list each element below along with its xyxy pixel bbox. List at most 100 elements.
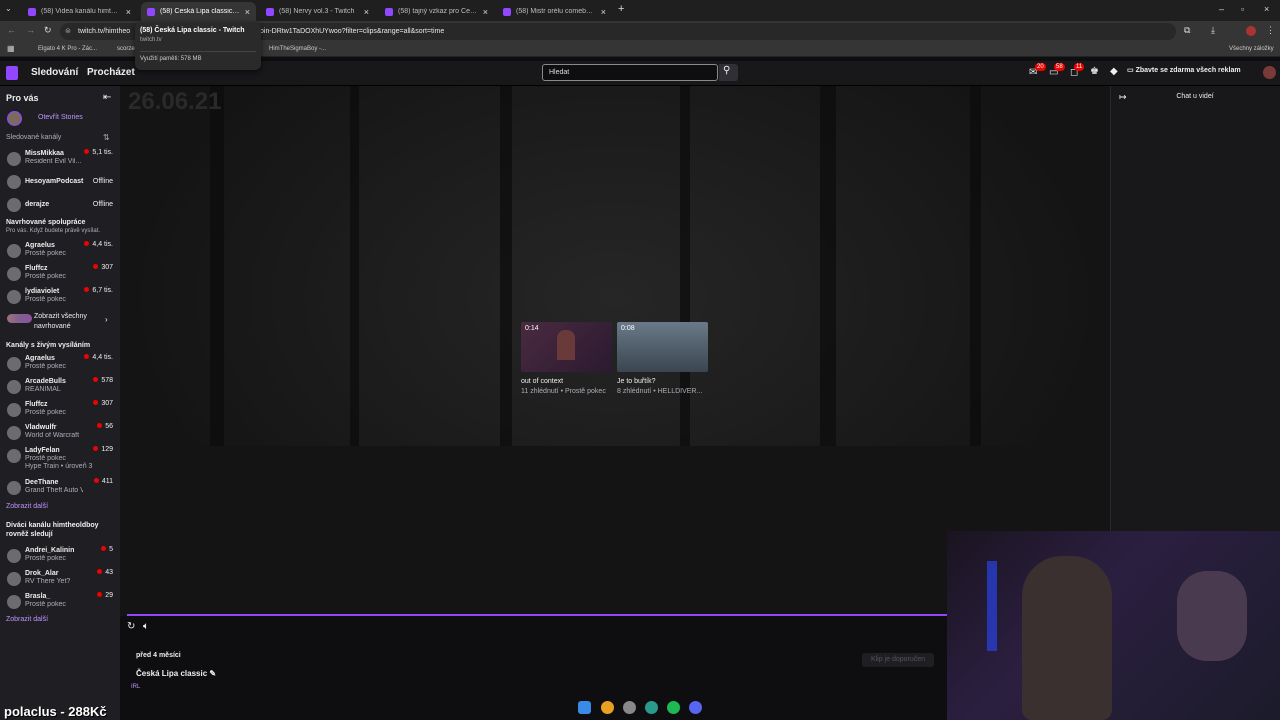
clip-title[interactable]: out of context (521, 378, 612, 385)
maximize-icon[interactable]: ▫ (1241, 4, 1244, 14)
tab-title: (58) Videa kanálu himtheoldbo (41, 8, 121, 15)
clip-title[interactable]: Je to buřtík? (617, 378, 708, 385)
bookmark-himthesigmaboy[interactable]: HimTheSigmaBoy -... (269, 46, 326, 52)
all-bookmarks[interactable]: Všechny záložky (1229, 46, 1274, 52)
hover-domain: twitch.tv (140, 37, 162, 43)
user-avatar[interactable] (1263, 66, 1276, 79)
sidebar-channel-item[interactable]: Drok_Alar RV There Yet? 43 (0, 569, 120, 591)
clip-card[interactable]: 0:14 out of context 11 zhlédnutí • Prost… (521, 322, 612, 395)
tab-search-icon[interactable]: ⌄ (5, 4, 12, 13)
prime-icon[interactable]: ♚ (1090, 66, 1099, 77)
forward-icon[interactable]: → (26, 25, 35, 35)
sidebar-channel-item[interactable]: Agraelus Prostě pokec 4,4 tis. (0, 354, 120, 376)
channel-game: REANIMAL (25, 386, 61, 393)
back-icon[interactable]: ← (7, 25, 16, 35)
sort-icon[interactable]: ⇅ (103, 133, 110, 142)
show-all-recommended[interactable]: Zobrazit všechny navrhované › (6, 313, 116, 333)
sidebar-channel-item[interactable]: Brasla_ Prostě pokec 29 (0, 592, 120, 614)
browser-tab-3[interactable]: (58) Nervy vol.3 - Twitch × (260, 2, 375, 21)
ads-free-button[interactable]: ▭ Zbavte se zdarma všech reklam (1127, 66, 1241, 74)
clip-title-heading: Česká Lipa classic ✎ (136, 669, 216, 678)
whispers-badge: 11 (1074, 63, 1085, 71)
edit-pencil-icon[interactable]: ✎ (209, 669, 216, 678)
minimize-icon[interactable]: – (1219, 4, 1224, 14)
bits-icon[interactable]: ◆ (1110, 66, 1118, 77)
clip-card[interactable]: 0:08 Je to buřtík? 8 zhlédnutí • HELLDIV… (617, 322, 708, 395)
replay-icon[interactable]: ↻ (127, 621, 135, 632)
spotify-icon[interactable] (667, 701, 680, 714)
volume-icon[interactable]: 🔈︎ (143, 621, 149, 632)
discord-icon[interactable] (689, 701, 702, 714)
viewer-count: 129 (101, 446, 113, 453)
sidebar-channel-item[interactable]: Andrei_Kalinin Prostě pokec 5 (0, 546, 120, 568)
open-stories-link[interactable]: Otevřít Stories (38, 114, 83, 121)
show-more-viewers[interactable]: Zobrazit další (6, 616, 48, 623)
close-window-icon[interactable]: × (1264, 4, 1269, 14)
recommend-button[interactable]: Klip je doporučen (862, 653, 934, 667)
reload-icon[interactable]: ↻ (44, 25, 52, 36)
new-tab-button[interactable]: + (618, 3, 624, 15)
live-dot-icon (84, 287, 90, 292)
sidebar-channel-item[interactable]: Fluffcz Prostě pokec 307 (0, 264, 120, 286)
sidebar-title: Pro vás (6, 93, 39, 103)
twitch-favicon-icon (503, 7, 511, 16)
settings-icon[interactable] (623, 701, 636, 714)
stories-avatar[interactable] (7, 111, 22, 126)
sidebar-channel-item[interactable]: MissMikkaa Resident Evil Vil... 5,1 tis. (0, 149, 120, 171)
sidebar-channel-item[interactable]: derajze Offline (0, 195, 120, 217)
windows-start-icon[interactable] (578, 701, 591, 714)
site-info-icon[interactable]: ⊜ (65, 23, 71, 40)
sidebar-channel-item[interactable]: Fluffcz Prostě pokec 307 (0, 400, 120, 422)
show-more-live[interactable]: Zobrazit další (6, 503, 48, 510)
tab-title: (58) tajný vzkaz pro Čekyho - T (398, 8, 478, 15)
browser-tab-2[interactable]: (58) Česká Lipa classic - Twitch × (141, 2, 256, 21)
apps-icon[interactable]: ▦ (7, 44, 15, 53)
bookmark-scorze[interactable]: scorze (117, 46, 135, 52)
sidebar-channel-item[interactable]: Vladwulfr World of Warcraft 56 (0, 423, 120, 445)
close-tab-icon[interactable]: × (126, 7, 131, 17)
channel-avatar (7, 572, 21, 586)
channel-avatar (7, 267, 21, 281)
clip-thumbnail[interactable]: 0:08 (617, 322, 708, 372)
live-dot-icon (93, 478, 99, 483)
channel-game: RV There Yet? (25, 578, 71, 585)
browser-tab-5[interactable]: (58) Mistr orélu comeback - Tw × (497, 2, 612, 21)
viewer-count: 6,7 tis. (92, 287, 113, 294)
twitch-logo-icon[interactable] (6, 66, 18, 80)
channel-viewers: Offline (93, 201, 113, 208)
clip-thumbnail[interactable]: 0:14 (521, 322, 612, 372)
profile-icon[interactable] (1246, 26, 1256, 36)
close-tab-icon[interactable]: × (364, 7, 369, 17)
collapse-sidebar-icon[interactable]: ⇤ (103, 92, 111, 103)
search-button[interactable]: ⚲ (719, 64, 738, 81)
nav-following[interactable]: Sledování (31, 67, 78, 78)
channel-viewers: 29 (97, 592, 113, 599)
close-tab-icon[interactable]: × (483, 7, 488, 17)
channel-name: Agraelus (25, 355, 55, 362)
webcam-lamp (1177, 571, 1247, 661)
close-tab-icon[interactable]: × (245, 7, 250, 17)
menu-icon[interactable]: ⋮ (1266, 25, 1275, 36)
channel-viewers: 411 (93, 478, 113, 485)
tab-hover-card: (58) Česká Lipa classic - Twitch twitch.… (135, 22, 261, 70)
sidebar-channel-item[interactable]: HesoyamPodcast Offline (0, 172, 120, 194)
browser-tab-4[interactable]: (58) tajný vzkaz pro Čekyho - T × (379, 2, 494, 21)
bookmark-elgato[interactable]: Elgato 4 K Pro - Zác... (38, 46, 97, 52)
extensions-icon[interactable]: ⧉ (1184, 25, 1190, 36)
sidebar-channel-item[interactable]: Agraelus Prostě pokec 4,4 tis. (0, 241, 120, 263)
app-icon[interactable] (645, 701, 658, 714)
browser-tab-1[interactable]: (58) Videa kanálu himtheoldbo × (22, 2, 137, 21)
close-tab-icon[interactable]: × (601, 7, 606, 17)
sidebar-channel-item[interactable]: ArcadeBulls REANIMAL 578 (0, 377, 120, 399)
sidebar-channel-item[interactable]: DeeThane Grand Theft Auto V 411 (0, 478, 120, 500)
tab-title: (58) Nervy vol.3 - Twitch (279, 8, 355, 15)
sidebar-channel-item[interactable]: LadyFelan Prostě pokec 129 Hype Train • úro… (0, 446, 120, 470)
streamer-webcam (947, 531, 1280, 720)
category-link[interactable]: IRL (131, 684, 140, 690)
nav-browse[interactable]: Procházet (87, 67, 135, 78)
search-input[interactable]: Hledat (542, 64, 718, 81)
chrome-icon[interactable] (601, 701, 614, 714)
sidebar-channel-item[interactable]: lydiaviolet Prostě pokec 6,7 tis. (0, 287, 120, 309)
download-icon[interactable]: ⤓ (1211, 25, 1215, 36)
channel-avatar (7, 481, 21, 495)
